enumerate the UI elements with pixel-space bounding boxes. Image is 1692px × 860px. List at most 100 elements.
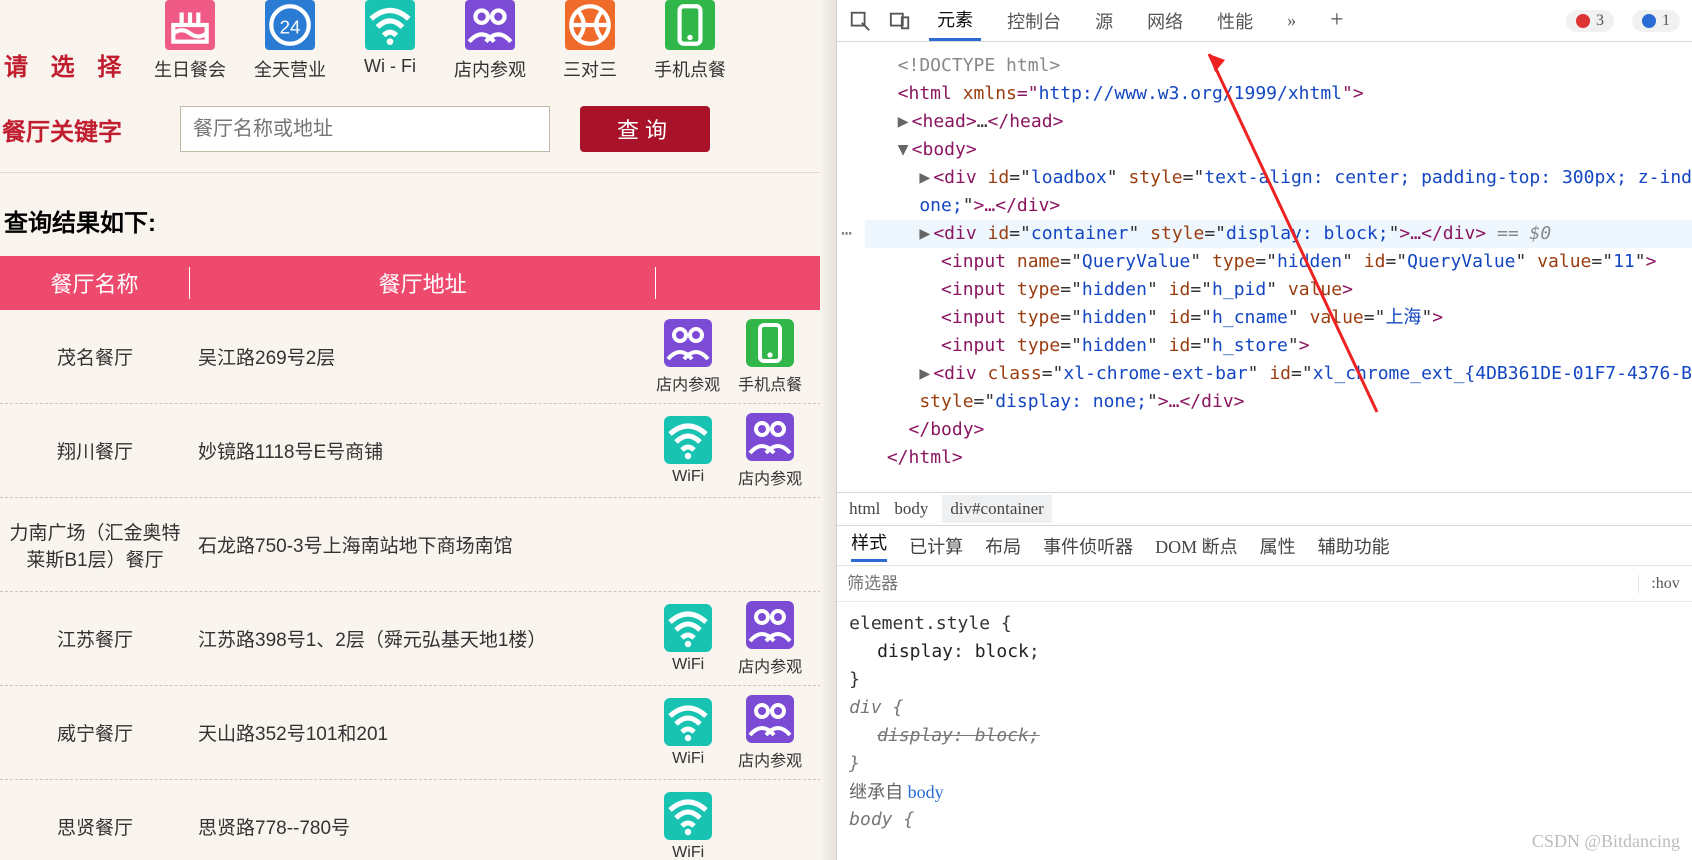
phone-icon	[746, 319, 794, 367]
dom-tree[interactable]: <!DOCTYPE html> <html xmlns="http://www.…	[837, 42, 1692, 492]
badge-label: WiFi	[672, 750, 704, 768]
devtools-panel: 元素 控制台 源 网络 性能 » + 3 1 <!DOCTYPE html> <…	[837, 0, 1692, 860]
subtab-layout[interactable]: 布局	[985, 533, 1021, 559]
category-item[interactable]: 店内参观	[450, 0, 530, 82]
styles-filter-row: :hov	[837, 566, 1692, 602]
tab-elements[interactable]: 元素	[929, 0, 981, 41]
row-name: 思贤餐厅	[0, 807, 190, 846]
subtab-a11y[interactable]: 辅助功能	[1318, 533, 1390, 559]
row-badges: WiFi 店内参观	[656, 695, 836, 771]
category-item[interactable]: Wi - Fi	[350, 0, 430, 82]
message-count[interactable]: 1	[1632, 10, 1680, 32]
search-label: 餐厅关键字	[0, 112, 150, 147]
tab-sources[interactable]: 源	[1087, 2, 1121, 40]
search-row: 餐厅关键字 查询	[0, 88, 836, 173]
row-badges: WiFi 店内参观	[656, 413, 836, 489]
wifi-icon	[664, 698, 712, 746]
badge-label: 店内参观	[738, 747, 802, 771]
table-row: 力南广场（汇金奥特莱斯B1层）餐厅石龙路750-3号上海南站地下商场南馆	[0, 498, 836, 592]
row-address: 吴江路269号2层	[190, 337, 656, 376]
table-header: 餐厅名称 餐厅地址	[0, 256, 836, 310]
badge-label: WiFi	[672, 468, 704, 486]
category-label: 生日餐会	[154, 56, 226, 82]
table-row: 思贤餐厅思贤路778--780号 WiFi	[0, 780, 836, 860]
badge-label: 店内参观	[738, 653, 802, 677]
row-badge[interactable]: WiFi	[656, 792, 720, 860]
wifi-icon	[664, 416, 712, 464]
category-item[interactable]: 生日餐会	[150, 0, 230, 82]
svg-text:24: 24	[280, 16, 301, 37]
people-icon	[746, 601, 794, 649]
table-row: 翔川餐厅妙镜路1118号E号商铺 WiFi 店内参观	[0, 404, 836, 498]
wifi-icon	[365, 0, 415, 50]
subtab-styles[interactable]: 样式	[851, 529, 887, 562]
subtab-dombreak[interactable]: DOM 断点	[1155, 533, 1238, 559]
category-label: 全天营业	[254, 56, 326, 82]
wifi-icon	[664, 792, 712, 840]
error-count[interactable]: 3	[1566, 10, 1614, 32]
category-label: 手机点餐	[654, 56, 726, 82]
subtab-listeners[interactable]: 事件侦听器	[1043, 533, 1133, 559]
search-input[interactable]	[180, 106, 550, 152]
styles-filter-input[interactable]	[837, 570, 1638, 598]
crumb-container[interactable]: div#container	[942, 495, 1051, 523]
row-badge[interactable]: 手机点餐	[738, 319, 802, 395]
row-address: 妙镜路1118号E号商铺	[190, 431, 656, 470]
category-item[interactable]: 手机点餐	[650, 0, 730, 82]
results-title: 查询结果如下:	[4, 203, 836, 238]
row-address: 江苏路398号1、2层（舜元弘基天地1楼）	[190, 619, 656, 658]
search-button[interactable]: 查询	[580, 106, 710, 152]
row-name: 翔川餐厅	[0, 431, 190, 470]
row-address: 思贤路778--780号	[190, 807, 656, 846]
people-icon	[465, 0, 515, 50]
row-address: 石龙路750-3号上海南站地下商场南馆	[190, 525, 656, 564]
webpage-panel: 请 选 择 生日餐会24全天营业Wi - Fi店内参观三对三手机点餐 餐厅关键字…	[0, 0, 837, 860]
subtab-props[interactable]: 属性	[1260, 533, 1296, 559]
table-row: 茂名餐厅吴江路269号2层店内参观手机点餐	[0, 310, 836, 404]
crumb-body[interactable]: body	[894, 499, 928, 519]
th-name: 餐厅名称	[0, 267, 190, 299]
people-icon	[746, 413, 794, 461]
row-badge[interactable]: 店内参观	[738, 695, 802, 771]
table-row: 威宁餐厅天山路352号101和201 WiFi 店内参观	[0, 686, 836, 780]
cake-icon	[165, 0, 215, 50]
crumb-html[interactable]: html	[849, 499, 880, 519]
row-address: 天山路352号101和201	[190, 713, 656, 752]
tab-more[interactable]: »	[1279, 4, 1304, 37]
row-badge[interactable]: WiFi	[656, 698, 720, 768]
badge-label: WiFi	[672, 844, 704, 860]
tab-performance[interactable]: 性能	[1209, 2, 1261, 40]
inspect-icon[interactable]	[849, 10, 871, 32]
tab-add[interactable]: +	[1322, 1, 1352, 40]
hov-toggle[interactable]: :hov	[1638, 575, 1692, 593]
badge-label: 店内参观	[738, 465, 802, 489]
watermark: CSDN @Bitdancing	[1532, 831, 1680, 852]
row-name: 力南广场（汇金奥特莱斯B1层）餐厅	[0, 512, 190, 578]
category-label: 店内参观	[454, 56, 526, 82]
row-badges: 店内参观手机点餐	[656, 319, 836, 395]
row-badge[interactable]: 店内参观	[656, 319, 720, 395]
row-badge[interactable]: WiFi	[656, 604, 720, 674]
badge-label: WiFi	[672, 656, 704, 674]
row-badge[interactable]: 店内参观	[738, 413, 802, 489]
category-list: 生日餐会 24 全天营业 Wi - Fi 店内参观三对三手机点餐	[150, 0, 730, 82]
badge-label: 手机点餐	[738, 371, 802, 395]
phone-icon	[665, 0, 715, 50]
category-item[interactable]: 24 全天营业	[250, 0, 330, 82]
row-badge[interactable]: 店内参观	[738, 601, 802, 677]
tab-network[interactable]: 网络	[1139, 2, 1191, 40]
table-body: 茂名餐厅吴江路269号2层店内参观手机点餐翔川餐厅妙镜路1118号E号商铺WiF…	[0, 310, 836, 860]
row-name: 威宁餐厅	[0, 713, 190, 752]
device-icon[interactable]	[889, 10, 911, 32]
row-badge[interactable]: WiFi	[656, 416, 720, 486]
th-address: 餐厅地址	[190, 267, 656, 299]
badge-label: 店内参观	[656, 371, 720, 395]
row-name: 江苏餐厅	[0, 619, 190, 658]
people-icon	[664, 319, 712, 367]
tab-console[interactable]: 控制台	[999, 2, 1069, 40]
styles-pane[interactable]: element.style { display: block; } div { …	[837, 602, 1692, 860]
clock24-icon: 24	[265, 0, 315, 50]
category-label: Wi - Fi	[364, 56, 416, 77]
subtab-computed[interactable]: 已计算	[909, 533, 963, 559]
category-item[interactable]: 三对三	[550, 0, 630, 82]
